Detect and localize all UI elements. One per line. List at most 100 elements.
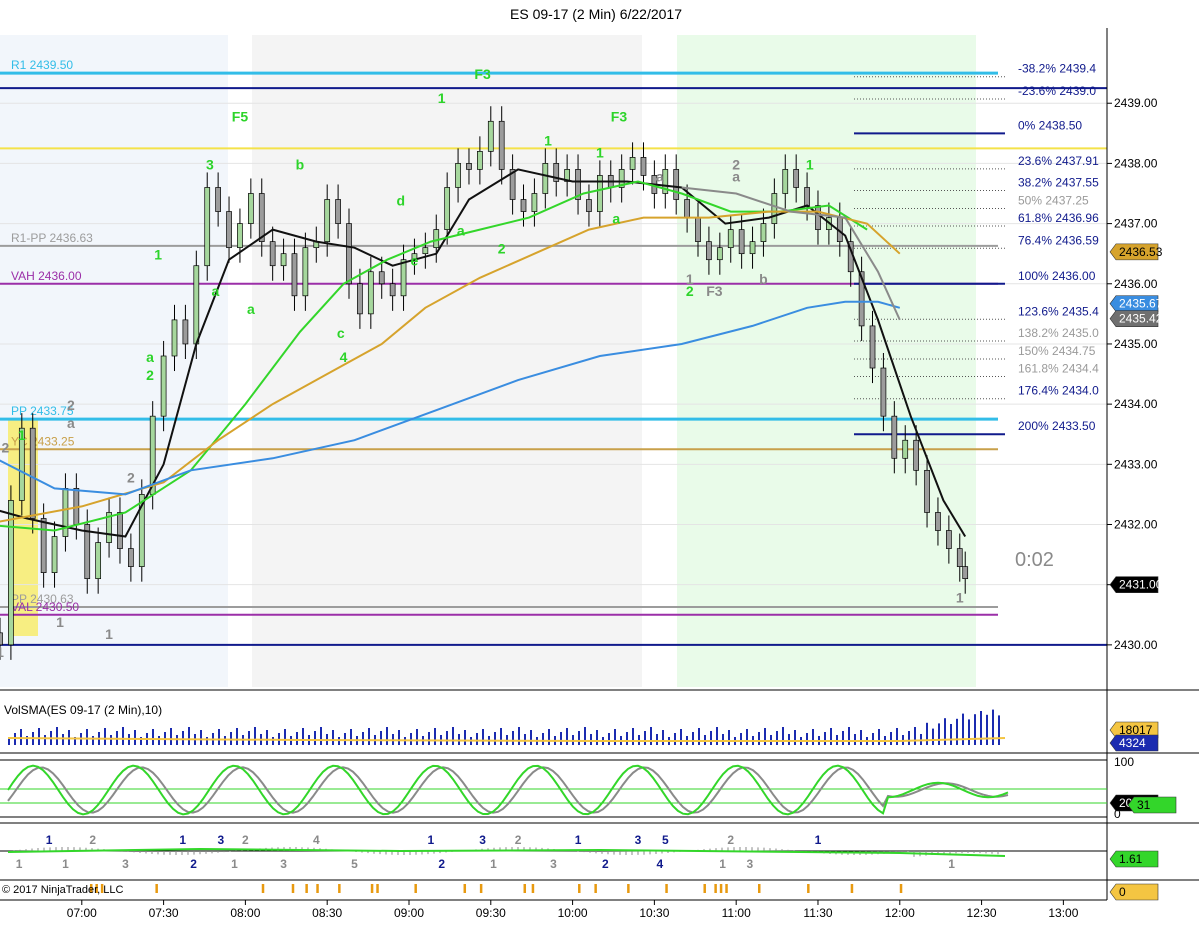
price-tick-label: 2432.00: [1114, 518, 1158, 532]
candle-body: [182, 319, 189, 345]
candle-body: [640, 157, 647, 176]
volume-bar: [848, 727, 850, 745]
event-marker: [463, 884, 467, 893]
candle-body: [935, 512, 941, 531]
volume-bar: [524, 734, 526, 745]
macd-wave-label: 2: [190, 857, 197, 871]
event-marker: [714, 884, 717, 893]
candle-body: [193, 265, 200, 345]
volume-bar: [314, 731, 316, 745]
volume-bar: [878, 729, 880, 745]
volume-bar: [968, 719, 970, 745]
volume-bar: [590, 734, 592, 745]
wave-label: d: [397, 193, 406, 209]
volume-bar: [914, 727, 916, 745]
price-tag-text: 2435.42: [1119, 312, 1163, 326]
wave-label: 2: [146, 367, 154, 383]
volume-bar: [152, 729, 154, 745]
volume-bar: [722, 734, 724, 745]
volume-bar: [302, 728, 304, 745]
candle-body: [487, 120, 494, 152]
candle-body: [95, 542, 102, 580]
macd-wave-label: 1: [62, 857, 69, 871]
stoch-tag-text: 31: [1137, 798, 1151, 812]
wave-label: a: [67, 415, 75, 431]
wave-label: 1: [544, 132, 552, 148]
wave-label: c: [337, 325, 345, 341]
volume-bar: [428, 732, 430, 745]
macd-wave-label: 1: [427, 833, 434, 847]
event-marker: [627, 884, 630, 893]
time-tick-label: 11:30: [803, 906, 832, 920]
macd-wave-label: 2: [242, 833, 249, 847]
macd-wave-label: 1: [719, 857, 726, 871]
event-marker: [719, 884, 723, 893]
candle-body: [226, 211, 232, 249]
wave-label: b: [296, 156, 305, 172]
candle-body: [869, 325, 876, 369]
time-tick-label: 08:00: [230, 906, 260, 920]
candle-body: [324, 199, 331, 242]
wave-label: 1: [438, 90, 446, 106]
price-panel: R1 2439.50 R1-PP 2436.63 VAH 2436.00 PP 243…: [0, 35, 1107, 687]
volume-bar: [56, 727, 58, 745]
candle-body: [924, 469, 930, 513]
wave-label: 1: [596, 144, 604, 160]
volume-bar: [452, 727, 454, 745]
volume-bar: [410, 733, 412, 745]
candle-body: [128, 548, 134, 567]
macd-wave-label: 1: [16, 857, 23, 871]
volume-bar: [266, 730, 268, 745]
candle-body: [738, 229, 745, 255]
volume-bar: [986, 714, 988, 745]
volume-bar: [578, 731, 580, 745]
candle-body: [302, 247, 309, 297]
price-tag-text: 2436.53: [1119, 245, 1163, 259]
volume-bar: [230, 732, 232, 745]
volume-bar: [746, 729, 748, 745]
wave-label: a: [212, 283, 220, 299]
event-marker: [479, 884, 483, 893]
level-label: VAH 2436.00: [11, 269, 82, 283]
volume-bar: [518, 727, 520, 745]
candle-body: [422, 247, 429, 255]
volume-bar: [980, 711, 982, 745]
volume-bar: [350, 729, 352, 745]
candle-body: [291, 253, 298, 297]
wave-label: a: [656, 168, 664, 184]
volume-bar: [416, 729, 418, 745]
fib-label: -23.6% 2439.0: [1018, 84, 1096, 98]
volume-bar: [596, 730, 598, 745]
marker-tag-shape: [1109, 883, 1159, 901]
event-marker: [414, 884, 417, 893]
macd-wave-label: 1: [179, 833, 186, 847]
event-marker: [807, 884, 810, 893]
candle-body: [346, 223, 352, 285]
fib-label: -38.2% 2439.4: [1018, 62, 1096, 76]
volume-bar: [872, 733, 874, 745]
price-tick-label: 2433.00: [1114, 457, 1158, 471]
volume-bar: [650, 727, 652, 745]
wave-label: 1: [154, 247, 162, 263]
volume-bar: [788, 734, 790, 745]
time-tick-label: 13:00: [1048, 906, 1078, 920]
stoch-tag-shape: [1127, 796, 1177, 814]
candle-body: [171, 319, 178, 357]
event-marker: [578, 884, 581, 893]
time-tick-label: 10:00: [558, 906, 588, 920]
volume-bar: [224, 736, 226, 745]
volume-bar: [938, 723, 940, 745]
wave-label: e: [411, 253, 419, 269]
volume-bar: [860, 730, 862, 745]
candle-body: [8, 500, 14, 646]
candle-body: [258, 193, 265, 242]
candle-body: [29, 427, 36, 519]
volume-bar: [530, 730, 532, 745]
time-tick-label: 09:00: [394, 906, 424, 920]
price-tag: 2431.00: [1109, 576, 1163, 593]
candle-body: [815, 205, 821, 230]
wave-label: a: [247, 301, 255, 317]
volume-tag: 4324: [1109, 734, 1159, 752]
event-marker: [531, 884, 535, 893]
price-tick-label: 2434.00: [1114, 397, 1158, 411]
